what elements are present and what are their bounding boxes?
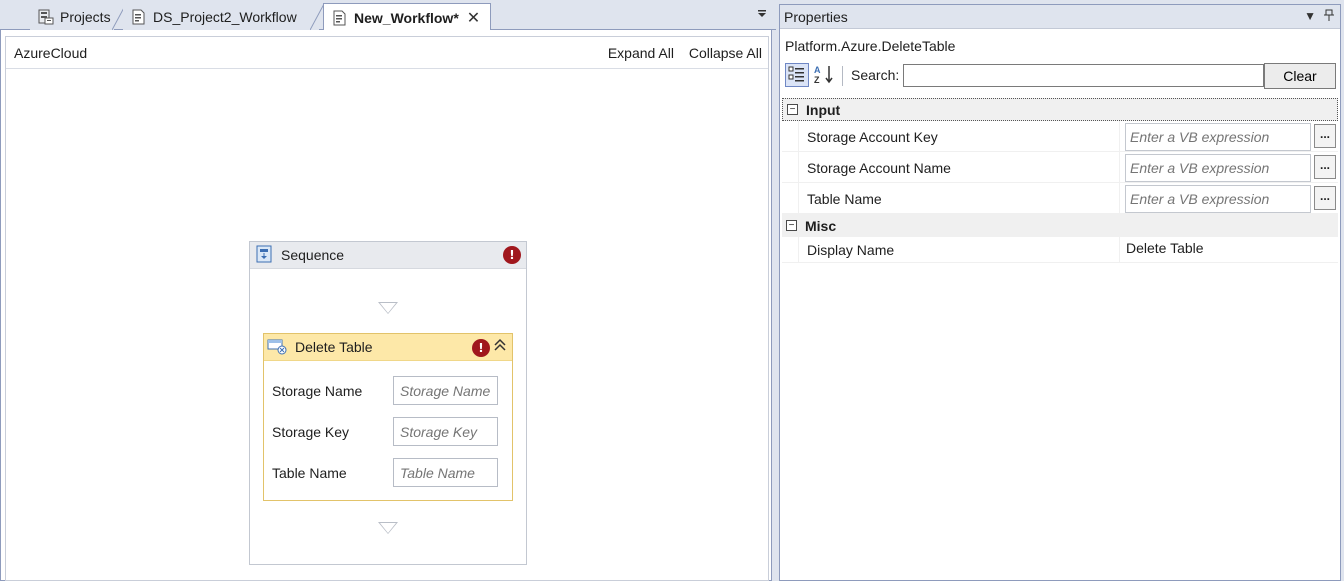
table-name-input[interactable] (393, 458, 498, 487)
sort-az-icon: AZ (813, 64, 835, 87)
workflow-designer-canvas: AzureCloud Expand All Collapse All Seque… (0, 30, 772, 581)
validation-error-icon[interactable]: ! (472, 339, 490, 357)
sequence-header: Sequence (250, 242, 526, 269)
display-name-value[interactable]: Delete Table (1126, 240, 1204, 256)
tab-overflow-dropdown-icon[interactable] (755, 8, 769, 22)
collapse-all-link[interactable]: Collapse All (689, 45, 762, 61)
category-label: Input (806, 101, 841, 118)
designer-breadcrumb-bar: AzureCloud Expand All Collapse All (6, 37, 768, 69)
storage-name-row: Storage Name (272, 376, 498, 405)
document-tabstrip: Projects DS_Project2_Workflow New_Workfl… (0, 0, 776, 31)
breadcrumb[interactable]: AzureCloud (14, 45, 87, 61)
sequence-title: Sequence (281, 247, 345, 263)
properties-title: Properties (784, 8, 848, 25)
storage-account-key-field[interactable] (1125, 123, 1311, 151)
activity-title: Delete Table (295, 339, 373, 355)
table-name-label: Table Name (272, 464, 347, 481)
collapse-chevron-icon[interactable] (492, 338, 508, 355)
storage-key-input[interactable] (393, 417, 498, 446)
table-name-row: Table Name (272, 458, 498, 487)
tab-projects[interactable]: Projects (30, 4, 114, 30)
collapse-toggle-icon[interactable]: − (786, 220, 797, 231)
tab-divider (310, 4, 324, 30)
tab-ds-project2-workflow[interactable]: DS_Project2_Workflow (123, 4, 319, 30)
delete-table-activity[interactable]: Delete Table ! Storage Name Storage Key (263, 333, 513, 501)
category-input[interactable]: − Input (782, 98, 1338, 121)
workflow-file-icon (131, 9, 147, 25)
selected-type-name: Platform.Azure.DeleteTable (785, 38, 956, 54)
tab-label: Projects (60, 9, 111, 25)
properties-panel: Properties ▼ Platform.Azure.DeleteTable … (779, 4, 1341, 581)
workflow-file-icon (332, 10, 348, 26)
table-name-field[interactable] (1125, 185, 1311, 213)
property-row-storage-account-name: Storage Account Name ... (782, 152, 1338, 183)
drop-target-arrow-icon[interactable] (378, 302, 398, 314)
azure-table-delete-icon (267, 337, 287, 358)
projects-icon (38, 9, 54, 25)
storage-key-row: Storage Key (272, 417, 498, 446)
properties-title-bar: Properties ▼ (780, 5, 1340, 29)
search-input[interactable] (903, 64, 1264, 87)
designer-surface: AzureCloud Expand All Collapse All Seque… (5, 36, 769, 581)
tab-label: New_Workflow* (354, 9, 459, 26)
property-row-display-name: Display Name Delete Table (782, 237, 1338, 263)
toolbar-separator (842, 66, 843, 86)
property-name[interactable]: Display Name (798, 237, 1120, 263)
tab-new-workflow[interactable]: New_Workflow* ✕ (323, 3, 491, 31)
expression-editor-button[interactable]: ... (1314, 155, 1336, 179)
storage-name-input[interactable] (393, 376, 498, 405)
category-misc[interactable]: − Misc (782, 214, 1338, 237)
storage-name-label: Storage Name (272, 382, 363, 399)
property-row-table-name: Table Name ... (782, 183, 1338, 214)
expression-editor-button[interactable]: ... (1314, 186, 1336, 210)
panel-menu-icon[interactable]: ▼ (1304, 9, 1316, 24)
drop-target-arrow-icon[interactable] (378, 522, 398, 534)
pin-icon[interactable] (1324, 9, 1334, 24)
close-icon[interactable]: ✕ (467, 8, 480, 28)
category-label: Misc (805, 217, 837, 234)
property-grid: − Input Storage Account Key ... Storage … (782, 98, 1338, 263)
collapse-toggle-icon[interactable]: − (787, 104, 798, 115)
property-name[interactable]: Table Name (798, 183, 1120, 214)
sequence-activity[interactable]: Sequence ! Delete Table ! Storage Name S… (249, 241, 527, 565)
property-name[interactable]: Storage Account Key (798, 121, 1120, 152)
svg-text:A: A (814, 65, 821, 75)
search-label: Search: (851, 67, 900, 83)
storage-key-label: Storage Key (272, 423, 350, 440)
workflow-document-area: Projects DS_Project2_Workflow New_Workfl… (0, 0, 776, 581)
expand-all-link[interactable]: Expand All (608, 45, 674, 61)
sequence-icon (255, 245, 273, 266)
properties-toolbar: AZ Search: Clear (780, 63, 1340, 89)
svg-text:Z: Z (814, 75, 820, 84)
property-row-storage-account-key: Storage Account Key ... (782, 121, 1338, 152)
sort-alphabetical-button[interactable]: AZ (812, 63, 836, 87)
categorize-button[interactable] (785, 63, 809, 87)
clear-button[interactable]: Clear (1264, 63, 1336, 89)
validation-error-icon[interactable]: ! (503, 246, 521, 264)
expression-editor-button[interactable]: ... (1314, 124, 1336, 148)
splitter[interactable] (772, 30, 776, 581)
categorized-view-icon (788, 65, 806, 86)
property-name[interactable]: Storage Account Name (798, 152, 1120, 183)
tab-label: DS_Project2_Workflow (153, 9, 297, 25)
storage-account-name-field[interactable] (1125, 154, 1311, 182)
